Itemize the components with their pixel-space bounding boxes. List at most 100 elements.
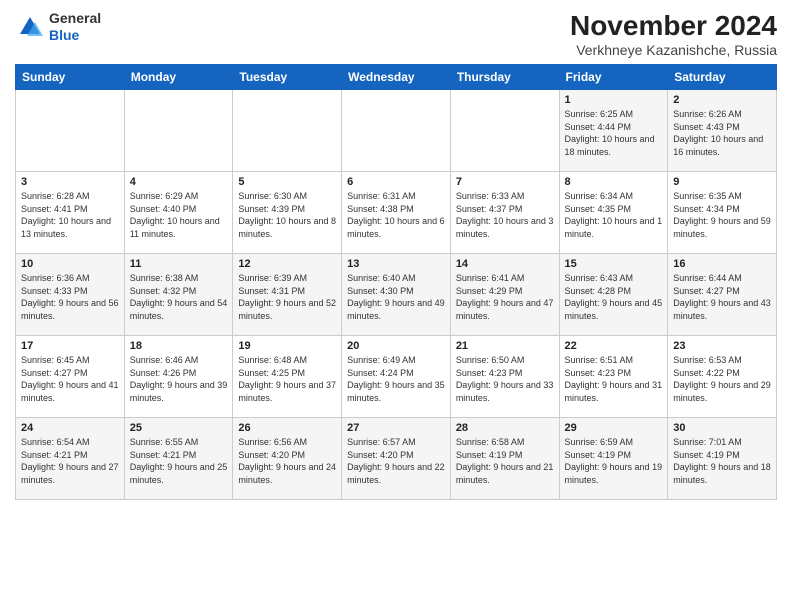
calendar-cell xyxy=(124,90,233,172)
day-info: Sunrise: 6:53 AM Sunset: 4:22 PM Dayligh… xyxy=(673,354,771,404)
weekday-header: Tuesday xyxy=(233,65,342,90)
day-number: 22 xyxy=(565,340,663,352)
header: General Blue November 2024 Verkhneye Kaz… xyxy=(15,10,777,58)
calendar-cell: 8Sunrise: 6:34 AM Sunset: 4:35 PM Daylig… xyxy=(559,172,668,254)
day-info: Sunrise: 6:26 AM Sunset: 4:43 PM Dayligh… xyxy=(673,108,771,158)
day-info: Sunrise: 6:41 AM Sunset: 4:29 PM Dayligh… xyxy=(456,272,554,322)
day-info: Sunrise: 6:49 AM Sunset: 4:24 PM Dayligh… xyxy=(347,354,445,404)
calendar-cell xyxy=(450,90,559,172)
calendar-cell: 17Sunrise: 6:45 AM Sunset: 4:27 PM Dayli… xyxy=(16,336,125,418)
day-info: Sunrise: 6:35 AM Sunset: 4:34 PM Dayligh… xyxy=(673,190,771,240)
weekday-header: Saturday xyxy=(668,65,777,90)
calendar-week: 10Sunrise: 6:36 AM Sunset: 4:33 PM Dayli… xyxy=(16,254,777,336)
weekday-header: Friday xyxy=(559,65,668,90)
day-number: 20 xyxy=(347,340,445,352)
day-info: Sunrise: 6:36 AM Sunset: 4:33 PM Dayligh… xyxy=(21,272,119,322)
page: General Blue November 2024 Verkhneye Kaz… xyxy=(0,0,792,612)
day-number: 8 xyxy=(565,176,663,188)
day-number: 23 xyxy=(673,340,771,352)
calendar: SundayMondayTuesdayWednesdayThursdayFrid… xyxy=(15,64,777,500)
day-info: Sunrise: 6:50 AM Sunset: 4:23 PM Dayligh… xyxy=(456,354,554,404)
calendar-cell: 12 Sunrise: 6:39 AM Sunset: 4:31 PM Dayli… xyxy=(233,254,342,336)
calendar-cell: 20 Sunrise: 6:49 AM Sunset: 4:24 PM Dayli… xyxy=(342,336,451,418)
day-number: 1 xyxy=(565,94,663,106)
calendar-cell: 25 Sunrise: 6:55 AM Sunset: 4:21 PM Dayli… xyxy=(124,418,233,500)
day-number: 7 xyxy=(456,176,554,188)
weekday-header: Monday xyxy=(124,65,233,90)
day-number: 11 xyxy=(130,258,228,270)
day-info: Sunrise: 7:01 AM Sunset: 4:19 PM Dayligh… xyxy=(673,436,771,486)
logo-general: General xyxy=(49,10,101,27)
calendar-cell: 29 Sunrise: 6:59 AM Sunset: 4:19 PM Dayli… xyxy=(559,418,668,500)
calendar-cell: 24Sunrise: 6:54 AM Sunset: 4:21 PM Dayli… xyxy=(16,418,125,500)
calendar-cell: 9Sunrise: 6:35 AM Sunset: 4:34 PM Daylig… xyxy=(668,172,777,254)
calendar-cell: 14 Sunrise: 6:41 AM Sunset: 4:29 PM Dayli… xyxy=(450,254,559,336)
day-info: Sunrise: 6:38 AM Sunset: 4:32 PM Dayligh… xyxy=(130,272,228,322)
day-number: 27 xyxy=(347,422,445,434)
day-info: Sunrise: 6:29 AM Sunset: 4:40 PM Dayligh… xyxy=(130,190,228,240)
day-number: 26 xyxy=(238,422,336,434)
calendar-cell: 13 Sunrise: 6:40 AM Sunset: 4:30 PM Dayli… xyxy=(342,254,451,336)
calendar-cell: 2 Sunrise: 6:26 AM Sunset: 4:43 PM Daylig… xyxy=(668,90,777,172)
calendar-cell: 21 Sunrise: 6:50 AM Sunset: 4:23 PM Dayli… xyxy=(450,336,559,418)
logo-icon xyxy=(15,12,45,42)
calendar-cell: 19Sunrise: 6:48 AM Sunset: 4:25 PM Dayli… xyxy=(233,336,342,418)
day-number: 14 xyxy=(456,258,554,270)
day-info: Sunrise: 6:48 AM Sunset: 4:25 PM Dayligh… xyxy=(238,354,336,404)
day-info: Sunrise: 6:44 AM Sunset: 4:27 PM Dayligh… xyxy=(673,272,771,322)
title-block: November 2024 Verkhneye Kazanishche, Rus… xyxy=(570,10,777,58)
calendar-week: 17Sunrise: 6:45 AM Sunset: 4:27 PM Dayli… xyxy=(16,336,777,418)
calendar-cell: 28Sunrise: 6:58 AM Sunset: 4:19 PM Dayli… xyxy=(450,418,559,500)
calendar-cell: 7Sunrise: 6:33 AM Sunset: 4:37 PM Daylig… xyxy=(450,172,559,254)
day-info: Sunrise: 6:59 AM Sunset: 4:19 PM Dayligh… xyxy=(565,436,663,486)
day-info: Sunrise: 6:45 AM Sunset: 4:27 PM Dayligh… xyxy=(21,354,119,404)
logo: General Blue xyxy=(15,10,101,44)
calendar-week: 1 Sunrise: 6:25 AM Sunset: 4:44 PM Daylig… xyxy=(16,90,777,172)
calendar-cell: 23 Sunrise: 6:53 AM Sunset: 4:22 PM Dayli… xyxy=(668,336,777,418)
calendar-cell: 16 Sunrise: 6:44 AM Sunset: 4:27 PM Dayli… xyxy=(668,254,777,336)
day-number: 21 xyxy=(456,340,554,352)
day-info: Sunrise: 6:30 AM Sunset: 4:39 PM Dayligh… xyxy=(238,190,336,240)
day-number: 15 xyxy=(565,258,663,270)
calendar-cell: 4 Sunrise: 6:29 AM Sunset: 4:40 PM Daylig… xyxy=(124,172,233,254)
day-info: Sunrise: 6:57 AM Sunset: 4:20 PM Dayligh… xyxy=(347,436,445,486)
calendar-cell: 5Sunrise: 6:30 AM Sunset: 4:39 PM Daylig… xyxy=(233,172,342,254)
calendar-cell: 3 Sunrise: 6:28 AM Sunset: 4:41 PM Daylig… xyxy=(16,172,125,254)
day-info: Sunrise: 6:28 AM Sunset: 4:41 PM Dayligh… xyxy=(21,190,119,240)
day-number: 29 xyxy=(565,422,663,434)
day-info: Sunrise: 6:58 AM Sunset: 4:19 PM Dayligh… xyxy=(456,436,554,486)
weekday-header: Sunday xyxy=(16,65,125,90)
day-info: Sunrise: 6:46 AM Sunset: 4:26 PM Dayligh… xyxy=(130,354,228,404)
day-number: 2 xyxy=(673,94,771,106)
logo-text: General Blue xyxy=(49,10,101,44)
calendar-cell: 10Sunrise: 6:36 AM Sunset: 4:33 PM Dayli… xyxy=(16,254,125,336)
weekday-row: SundayMondayTuesdayWednesdayThursdayFrid… xyxy=(16,65,777,90)
location: Verkhneye Kazanishche, Russia xyxy=(570,42,777,58)
day-number: 4 xyxy=(130,176,228,188)
day-number: 24 xyxy=(21,422,119,434)
calendar-week: 24Sunrise: 6:54 AM Sunset: 4:21 PM Dayli… xyxy=(16,418,777,500)
day-info: Sunrise: 6:25 AM Sunset: 4:44 PM Dayligh… xyxy=(565,108,663,158)
day-number: 12 xyxy=(238,258,336,270)
calendar-cell xyxy=(233,90,342,172)
day-number: 25 xyxy=(130,422,228,434)
logo-blue: Blue xyxy=(49,27,101,44)
day-number: 3 xyxy=(21,176,119,188)
day-number: 30 xyxy=(673,422,771,434)
day-number: 16 xyxy=(673,258,771,270)
day-info: Sunrise: 6:31 AM Sunset: 4:38 PM Dayligh… xyxy=(347,190,445,240)
calendar-cell: 15Sunrise: 6:43 AM Sunset: 4:28 PM Dayli… xyxy=(559,254,668,336)
calendar-week: 3 Sunrise: 6:28 AM Sunset: 4:41 PM Daylig… xyxy=(16,172,777,254)
day-number: 13 xyxy=(347,258,445,270)
calendar-cell xyxy=(342,90,451,172)
day-info: Sunrise: 6:39 AM Sunset: 4:31 PM Dayligh… xyxy=(238,272,336,322)
day-info: Sunrise: 6:56 AM Sunset: 4:20 PM Dayligh… xyxy=(238,436,336,486)
month-title: November 2024 xyxy=(570,10,777,42)
calendar-cell: 26 Sunrise: 6:56 AM Sunset: 4:20 PM Dayli… xyxy=(233,418,342,500)
calendar-cell: 1 Sunrise: 6:25 AM Sunset: 4:44 PM Daylig… xyxy=(559,90,668,172)
calendar-cell: 27 Sunrise: 6:57 AM Sunset: 4:20 PM Dayli… xyxy=(342,418,451,500)
day-info: Sunrise: 6:55 AM Sunset: 4:21 PM Dayligh… xyxy=(130,436,228,486)
day-info: Sunrise: 6:51 AM Sunset: 4:23 PM Dayligh… xyxy=(565,354,663,404)
day-info: Sunrise: 6:40 AM Sunset: 4:30 PM Dayligh… xyxy=(347,272,445,322)
day-number: 18 xyxy=(130,340,228,352)
